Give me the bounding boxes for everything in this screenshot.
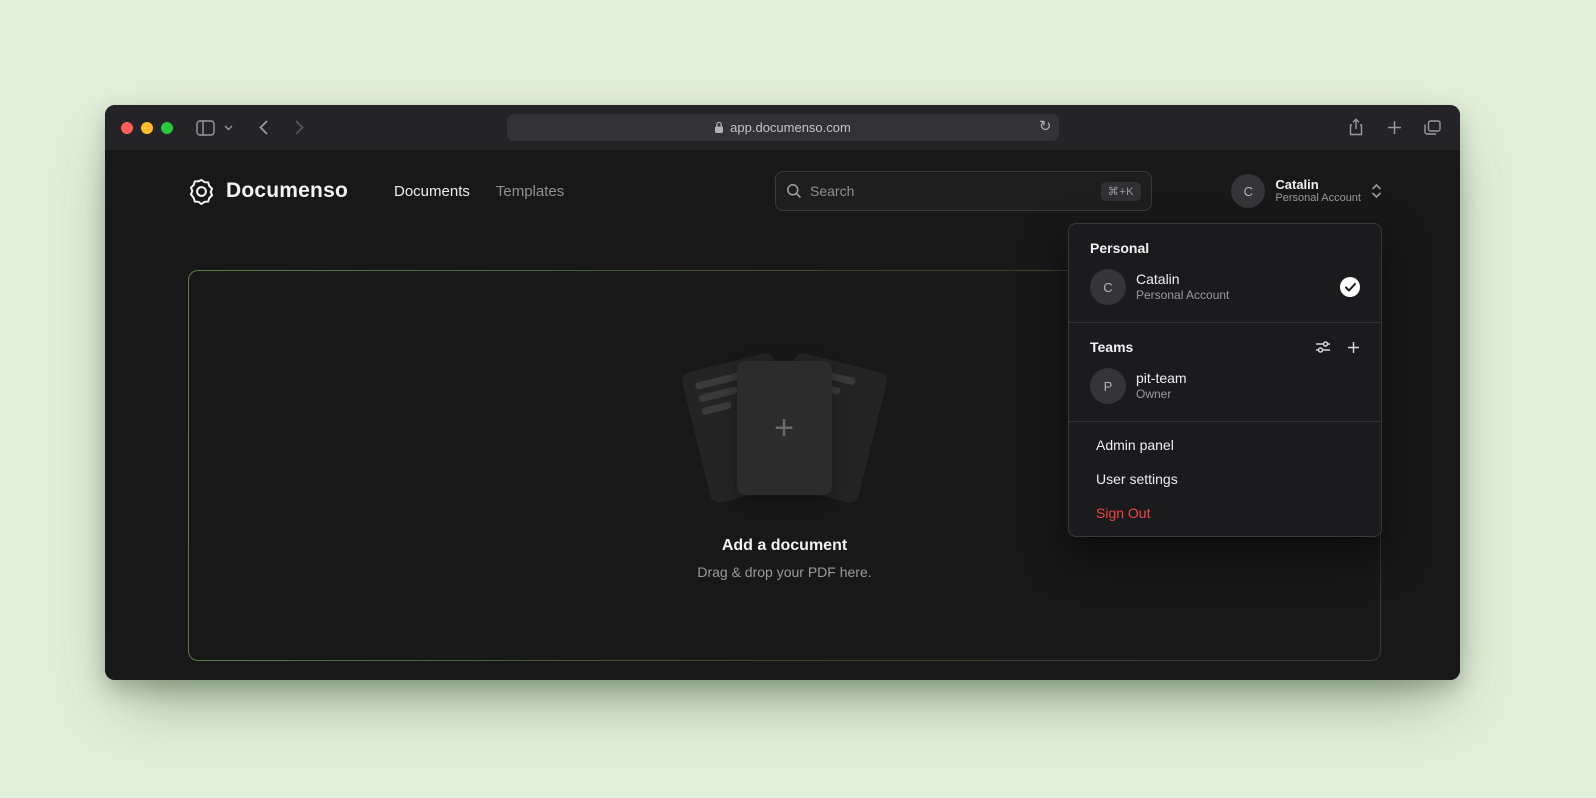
document-card-add: + (737, 361, 832, 495)
selected-check-icon (1340, 277, 1360, 297)
sidebar-chevron-down-icon[interactable] (219, 114, 237, 142)
minimize-window-button[interactable] (141, 122, 153, 134)
address-bar[interactable]: app.documenso.com ↻ (507, 114, 1059, 141)
menu-item-personal-account[interactable]: C Catalin Personal Account (1075, 262, 1375, 312)
browser-toolbar: app.documenso.com ↻ (105, 105, 1460, 150)
avatar: C (1231, 174, 1265, 208)
dropzone-subtitle: Drag & drop your PDF here. (697, 564, 871, 580)
nav-documents[interactable]: Documents (394, 183, 470, 200)
reload-icon[interactable]: ↻ (1039, 117, 1052, 135)
share-icon[interactable] (1342, 113, 1370, 141)
search-input[interactable] (810, 183, 1093, 199)
account-dropdown-menu: Personal C Catalin Personal Account (1068, 223, 1382, 537)
dropzone-title: Add a document (722, 537, 847, 555)
menu-item-name: Catalin (1136, 271, 1229, 288)
menu-item-team[interactable]: P pit-team Owner (1075, 361, 1375, 411)
document-stack-illustration: + (665, 351, 905, 509)
menu-item-user-settings[interactable]: User settings (1075, 462, 1375, 496)
search-shortcut-badge: ⌘+K (1101, 182, 1141, 201)
account-subtitle: Personal Account (1275, 192, 1361, 205)
avatar: P (1090, 368, 1126, 404)
menu-item-admin-panel[interactable]: Admin panel (1075, 428, 1375, 462)
avatar: C (1090, 269, 1126, 305)
documenso-logo-icon (188, 178, 215, 205)
search-box[interactable]: ⌘+K (775, 171, 1152, 211)
menu-item-subtitle: Personal Account (1136, 288, 1229, 303)
sidebar-toggle-icon[interactable] (191, 114, 219, 142)
plus-icon: + (737, 361, 832, 495)
zoom-window-button[interactable] (161, 122, 173, 134)
url-text: app.documenso.com (730, 120, 851, 135)
nav-templates[interactable]: Templates (496, 183, 564, 200)
account-name: Catalin (1275, 177, 1361, 192)
documenso-app: Documenso Documents Templates ⌘+K C Cata… (105, 150, 1460, 680)
forward-button[interactable] (285, 114, 313, 142)
main-nav: Documents Templates (394, 183, 564, 200)
back-button[interactable] (249, 114, 277, 142)
add-team-icon[interactable] (1347, 341, 1360, 354)
tab-overview-icon[interactable] (1418, 113, 1446, 141)
manage-teams-icon[interactable] (1315, 340, 1331, 354)
close-window-button[interactable] (121, 122, 133, 134)
new-tab-icon[interactable] (1380, 113, 1408, 141)
window-controls (121, 122, 173, 134)
browser-window: app.documenso.com ↻ (105, 105, 1460, 680)
search-icon (786, 183, 802, 199)
menu-item-subtitle: Owner (1136, 387, 1187, 402)
account-menu-trigger[interactable]: C Catalin Personal Account (1231, 172, 1382, 210)
brand[interactable]: Documenso (188, 178, 348, 205)
teams-section-heading: Teams (1075, 333, 1375, 361)
chevron-up-down-icon (1371, 183, 1382, 199)
lock-icon (714, 121, 724, 134)
personal-section-heading: Personal (1075, 234, 1375, 262)
menu-item-name: pit-team (1136, 370, 1187, 387)
menu-item-sign-out[interactable]: Sign Out (1075, 496, 1375, 530)
brand-name: Documenso (226, 179, 348, 203)
